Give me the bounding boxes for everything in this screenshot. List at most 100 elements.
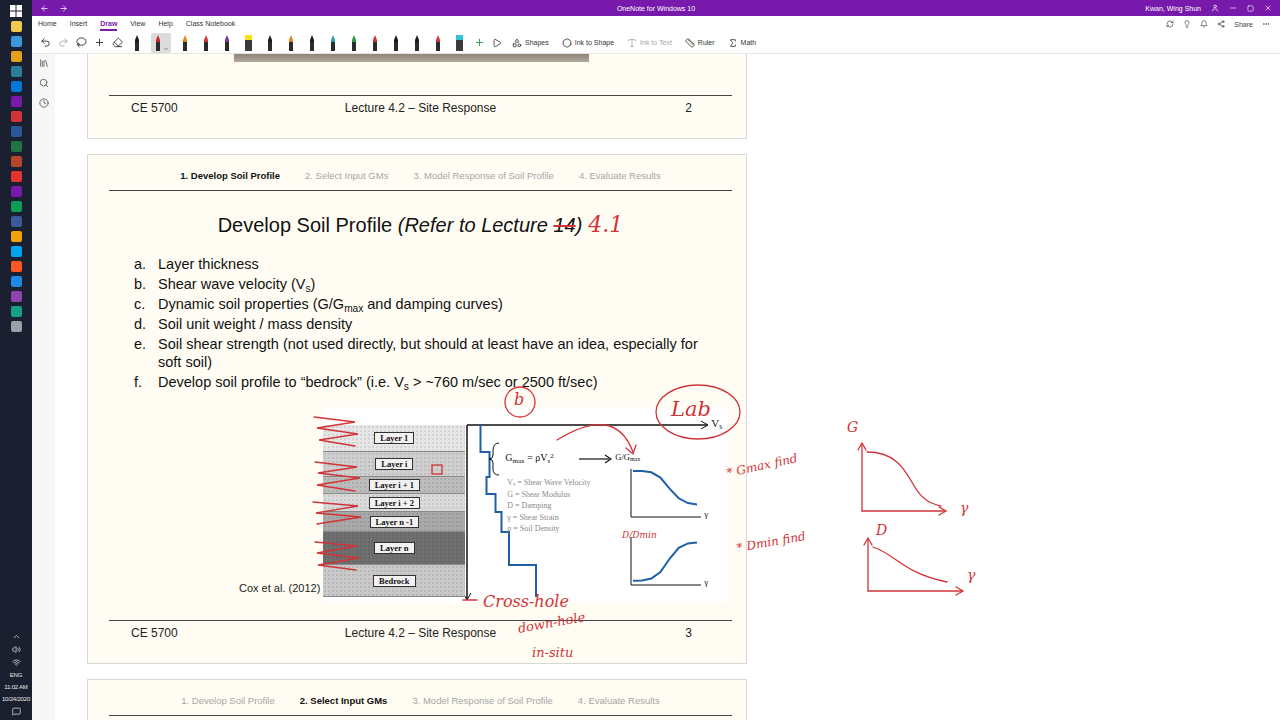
dropdown-icon[interactable] (163, 46, 169, 52)
pen-button[interactable] (263, 33, 277, 53)
bedrock-layer: Bedrock (323, 565, 465, 597)
toolbar-button[interactable]: Shapes (509, 38, 552, 48)
text-segment: G = Shear Modulus (507, 490, 570, 499)
superscript: 2 (550, 452, 554, 460)
ribbon-tab[interactable]: Insert (70, 18, 88, 31)
taskbar-app-icon[interactable] (11, 141, 22, 152)
taskbar-app-icon[interactable] (11, 306, 22, 317)
lecture-title: Lecture 4.2 – Site Response (345, 626, 496, 641)
taskbar-app-icon[interactable] (11, 156, 22, 167)
vs-step-line (481, 425, 537, 597)
taskbar-app-icon[interactable] (11, 186, 22, 197)
ribbon-tab[interactable]: Home (38, 18, 57, 31)
add-pen-icon[interactable] (474, 37, 485, 48)
pen-button[interactable] (130, 33, 144, 53)
maximize-icon[interactable] (1247, 5, 1254, 12)
recent-icon[interactable] (39, 98, 49, 108)
toolbar-button[interactable]: Math (725, 38, 760, 48)
minimize-icon[interactable] (1229, 4, 1237, 12)
pen-button[interactable] (368, 33, 382, 53)
speaker-icon[interactable] (12, 645, 21, 654)
taskbar-app-icon[interactable] (11, 96, 22, 107)
undo-icon[interactable] (40, 37, 51, 48)
share-button[interactable]: Share (1234, 21, 1253, 28)
ink-correction: 4.1 (588, 212, 623, 237)
taskbar-app-icon[interactable] (11, 291, 22, 302)
windows-logo-icon[interactable] (10, 5, 22, 17)
toolbar-button[interactable]: Ink to Text (624, 38, 675, 48)
pen-button[interactable] (284, 33, 298, 53)
pen-button[interactable] (326, 33, 340, 53)
close-icon[interactable] (1264, 4, 1272, 12)
soil-profile-figure: Layer 1Layer iLayer i + 1Layer i + 2Laye… (323, 407, 727, 602)
text-segment: ) (311, 276, 316, 292)
add-space-icon[interactable] (94, 37, 105, 48)
pen-button[interactable] (347, 33, 361, 53)
ribbon-tab[interactable]: Class Notebook (186, 18, 235, 31)
taskbar-app-icon[interactable] (11, 66, 22, 77)
taskbar-app-icon[interactable] (11, 276, 22, 287)
account-icon[interactable] (1211, 4, 1219, 12)
highlighter-button[interactable] (452, 33, 467, 53)
forward-icon[interactable] (59, 4, 68, 13)
taskbar-app-icon[interactable] (11, 81, 22, 92)
taskbar-app-icon[interactable] (11, 231, 22, 242)
taskbar-app-icon[interactable] (11, 261, 22, 272)
text-segment: V (507, 478, 513, 487)
clock-date[interactable]: 10/24/2020 (2, 695, 30, 703)
sync-icon[interactable] (1166, 20, 1174, 28)
language-indicator[interactable]: ENG (10, 671, 22, 679)
share-icon[interactable] (1217, 20, 1225, 28)
taskbar-app-icon[interactable] (11, 126, 22, 137)
text-segment: Develop soil profile to “bedrock” (i.e. … (158, 374, 404, 390)
notebooks-icon[interactable] (39, 58, 49, 68)
ribbon-tab[interactable]: Help (158, 18, 172, 31)
ribbon-tab[interactable]: Draw (100, 18, 117, 31)
pen-button[interactable] (220, 33, 234, 53)
page-number: 3 (685, 626, 732, 641)
toolbar-button[interactable]: Ruler (682, 38, 718, 48)
text-segment: ρ = Soil Density (507, 524, 559, 533)
pen-button[interactable] (305, 33, 319, 53)
clock-time[interactable]: 11:02 AM (4, 683, 27, 691)
lasso-icon[interactable] (76, 37, 87, 48)
taskbar-app-icon[interactable] (11, 21, 22, 32)
step-item: 4. Evaluate Results (579, 170, 661, 182)
ink-replay-icon[interactable] (492, 38, 502, 48)
redo-icon[interactable] (58, 37, 69, 48)
highlighter-button[interactable] (241, 33, 256, 53)
pen-button[interactable] (389, 33, 403, 53)
ribbon-tab[interactable]: View (130, 18, 145, 31)
eraser-icon[interactable] (112, 37, 123, 48)
bell-icon[interactable] (1200, 20, 1208, 28)
slide-footer: CE 5700Lecture 4.2 – Site Response2 (109, 95, 732, 116)
taskbar-app-icon[interactable] (11, 201, 22, 212)
notification-icon[interactable] (12, 707, 21, 716)
pen-button[interactable] (151, 33, 171, 53)
tell-me-icon[interactable] (1183, 20, 1191, 28)
taskbar-app-icon[interactable] (11, 51, 22, 62)
soil-layer: Layer i + 2 (323, 494, 465, 512)
taskbar-app-icon[interactable] (11, 171, 22, 182)
ink-strokes (55, 54, 1280, 720)
taskbar-app-icon[interactable] (11, 321, 22, 332)
taskbar-app-icon[interactable] (11, 111, 22, 122)
pen-button[interactable] (431, 33, 445, 53)
user-name[interactable]: Kwan, Wing Shun (1145, 5, 1201, 12)
page-canvas[interactable]: CE 5700Lecture 4.2 – Site Response21. De… (55, 54, 1280, 720)
ink-method: in-situ (532, 646, 573, 660)
network-icon[interactable] (12, 658, 21, 667)
pen-button[interactable] (178, 33, 192, 53)
pen-icon (307, 34, 317, 52)
taskbar-app-icon[interactable] (11, 216, 22, 227)
pen-button[interactable] (410, 33, 424, 53)
soil-column: Layer 1Layer iLayer i + 1Layer i + 2Laye… (323, 425, 465, 597)
pen-button[interactable] (199, 33, 213, 53)
tray-chevron-icon[interactable] (12, 632, 21, 641)
search-icon[interactable] (39, 78, 49, 88)
more-icon[interactable] (1262, 20, 1270, 28)
back-icon[interactable] (40, 4, 49, 13)
toolbar-button[interactable]: Ink to Shape (559, 38, 617, 48)
taskbar-app-icon[interactable] (11, 36, 22, 47)
taskbar-app-icon[interactable] (11, 246, 22, 257)
